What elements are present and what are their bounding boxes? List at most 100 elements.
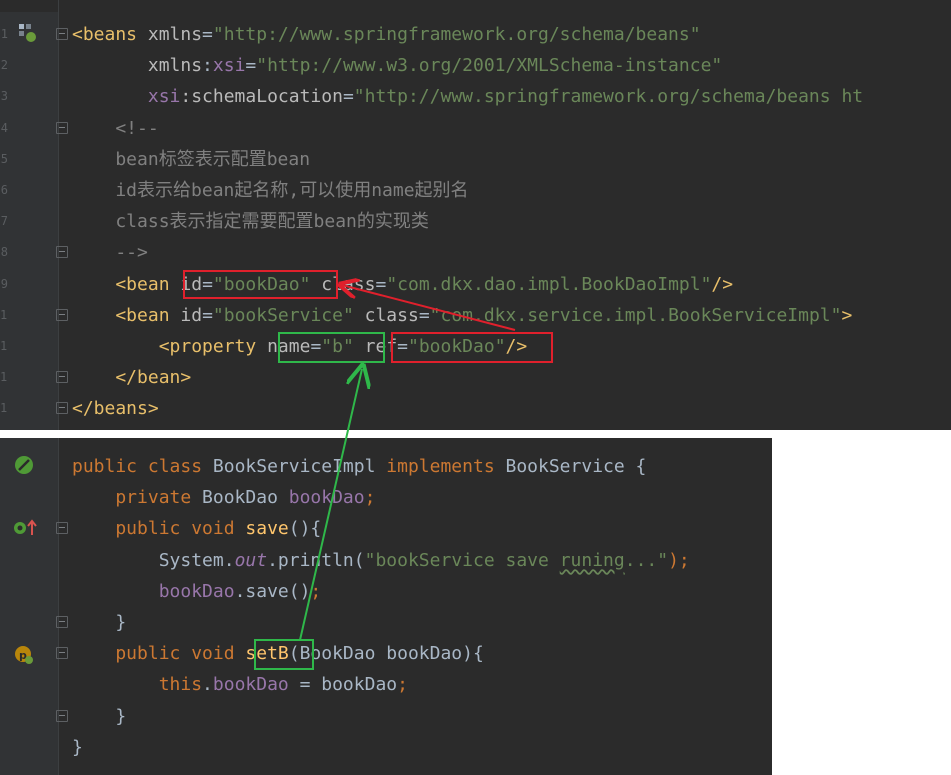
code-token: = <box>202 24 213 45</box>
code-line[interactable]: 5 bean标签表示配置bean <box>0 144 951 175</box>
code-token: bookDao <box>212 674 289 696</box>
code-token: . <box>202 674 213 696</box>
fold-marker-icon[interactable] <box>56 402 68 415</box>
code-line[interactable]: 2 xmlns:xsi="http://www.w3.org/2001/XMLS… <box>0 50 951 81</box>
fold-marker-icon[interactable] <box>56 246 68 259</box>
code-token: xsi <box>147 86 181 108</box>
code-token: /> <box>505 336 528 357</box>
fold-marker-icon[interactable] <box>56 121 68 134</box>
code-token: ); <box>668 549 690 571</box>
code-token: public void <box>72 643 246 665</box>
code-token: ; <box>364 487 376 509</box>
code-line[interactable]: bookDao.save(); <box>0 576 772 607</box>
line-number: 7 <box>0 214 8 229</box>
code-line[interactable]: } <box>0 701 772 732</box>
code-token: public void <box>72 518 246 540</box>
code-token: setB <box>245 643 289 665</box>
code-line[interactable]: private BookDao bookDao; <box>0 482 772 513</box>
code-line[interactable]: 8 --> <box>0 237 951 268</box>
line-number: 11 <box>0 339 8 353</box>
code-token: } <box>72 612 127 633</box>
code-line[interactable]: 12 </bean> <box>0 362 951 393</box>
code-token: ref <box>364 336 398 357</box>
code-token: class表示指定需要配置bean的实现类 <box>72 211 429 233</box>
code-token: "http://www.springframework.org/schema/b… <box>212 24 701 45</box>
java-editor[interactable]: p public class BookServiceImpl implement… <box>0 438 772 775</box>
code-token: BookDao <box>202 487 289 509</box>
code-line[interactable]: public class BookServiceImpl implements … <box>0 451 772 482</box>
code-token: .println( <box>267 549 365 571</box>
code-token: (BookDao bookDao){ <box>288 643 484 665</box>
fold-marker-icon[interactable] <box>56 647 68 660</box>
code-line[interactable]: 3 xsi:schemaLocation="http://www.springf… <box>0 81 951 112</box>
code-line[interactable]: 7 class表示指定需要配置bean的实现类 <box>0 206 951 237</box>
code-line[interactable]: System.out.println("bookService save run… <box>0 545 772 576</box>
fold-marker-icon[interactable] <box>56 709 68 722</box>
code-token: : <box>202 55 213 77</box>
code-token: "bookService save <box>364 549 560 571</box>
code-token: ; <box>397 674 408 696</box>
code-token: } <box>72 705 127 727</box>
code-token: /> <box>711 273 734 295</box>
code-token: "b" <box>321 336 365 357</box>
code-line[interactable]: } <box>0 607 772 638</box>
fold-marker-icon[interactable] <box>56 522 68 535</box>
line-number: 12 <box>0 370 8 385</box>
code-line[interactable]: 9 <bean id="bookDao" class="com.dkx.dao.… <box>0 269 951 300</box>
code-token: save <box>245 518 289 540</box>
code-token: runing <box>559 549 625 571</box>
code-token: "com.dkx.dao.impl.BookDaoImpl" <box>386 273 712 295</box>
code-token: xmlns <box>72 55 203 77</box>
code-token: out <box>234 549 268 571</box>
fold-marker-icon[interactable] <box>56 371 68 384</box>
fold-marker-icon[interactable] <box>56 308 68 321</box>
code-line[interactable]: public void setB(BookDao bookDao){ <box>0 638 772 669</box>
line-number: 3 <box>0 89 8 104</box>
line-number: 1 <box>0 27 8 41</box>
xml-editor[interactable]: 1 <beans xmlns="http://www.springframewor… <box>0 0 951 430</box>
code-token: class <box>321 273 376 295</box>
code-token: private <box>72 487 203 509</box>
code-token: = <box>202 273 213 295</box>
line-number: 10 <box>0 307 8 322</box>
code-line[interactable]: public void save(){ <box>0 513 772 544</box>
code-token: <property <box>72 336 268 357</box>
code-line[interactable]: 4 <!-- <box>0 113 951 144</box>
code-token: = <box>202 304 213 326</box>
code-line[interactable]: 1 <beans xmlns="http://www.springframewor… <box>0 19 951 50</box>
code-line[interactable]: 10 <bean id="bookService" class="com.dkx… <box>0 300 951 331</box>
line-number: 2 <box>0 58 8 73</box>
code-token: <!-- <box>72 117 159 139</box>
line-number: 13 <box>0 401 8 416</box>
code-token: id <box>180 304 203 326</box>
code-token: name <box>267 336 311 357</box>
code-token: = <box>418 304 430 326</box>
code-token: id <box>180 273 203 295</box>
fold-marker-icon[interactable] <box>56 28 68 40</box>
code-token: implements <box>386 456 506 477</box>
code-token: "http://www.w3.org/2001/XMLSchema-instan… <box>256 55 723 77</box>
line-number: 5 <box>0 151 8 166</box>
line-number: 8 <box>0 245 8 260</box>
code-token: BookService { <box>505 456 647 477</box>
code-token: "http://www.springframework.org/schema/b… <box>353 86 864 108</box>
code-line[interactable]: this.bookDao = bookDao; <box>0 669 772 700</box>
code-token: = bookDao <box>288 674 398 696</box>
code-token: = <box>375 273 387 295</box>
code-token: <bean <box>72 273 181 295</box>
code-token: </bean> <box>72 367 192 389</box>
code-line[interactable]: 11 <property name="b" ref="bookDao"/> <box>0 331 951 362</box>
code-token: bookDao <box>288 487 365 509</box>
code-token: = <box>342 86 354 108</box>
code-line[interactable]: 13 </beans> <box>0 393 951 424</box>
code-token: = <box>397 336 408 357</box>
code-token: <bean <box>72 304 181 326</box>
line-number: 4 <box>0 120 8 135</box>
code-line[interactable]: } <box>0 732 772 763</box>
code-token: </beans> <box>72 398 159 420</box>
code-line[interactable]: 6 id表示给bean起名称,可以使用name起别名 <box>0 175 951 206</box>
fold-marker-icon[interactable] <box>56 616 68 628</box>
code-token: BookServiceImpl <box>212 456 387 477</box>
